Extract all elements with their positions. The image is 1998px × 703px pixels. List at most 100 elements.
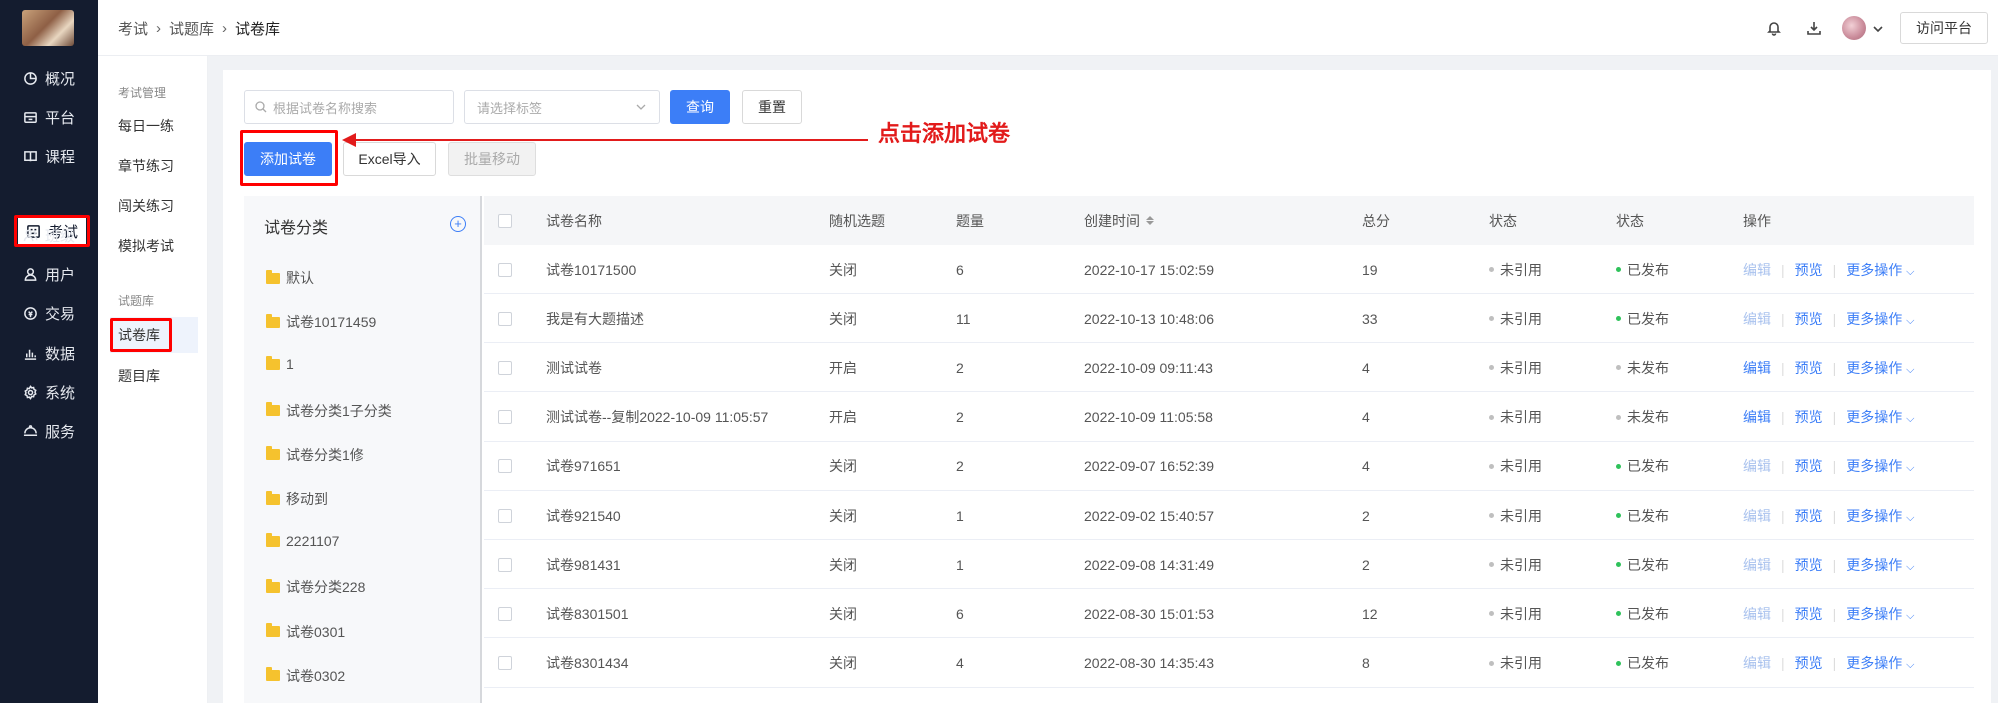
subnav-item-chapter[interactable]: 章节练习: [118, 156, 174, 176]
row-checkbox[interactable]: [498, 311, 512, 326]
nav-item-9[interactable]: 服务: [0, 410, 98, 454]
more-actions-link[interactable]: 更多操作 ⌵: [1846, 358, 1914, 378]
row-checkbox[interactable]: [498, 410, 512, 425]
category-item[interactable]: 2221107: [266, 532, 339, 549]
edit-link[interactable]: 编辑: [1743, 506, 1771, 526]
nav-item-5[interactable]: 用户: [0, 253, 98, 297]
subnav-item-question-bank[interactable]: 题目库: [118, 366, 160, 386]
category-label: 试卷分类1子分类: [286, 402, 392, 419]
more-actions-link[interactable]: 更多操作 ⌵: [1846, 555, 1914, 575]
row-checkbox[interactable]: [498, 508, 512, 523]
folder-icon: [266, 578, 280, 593]
category-item[interactable]: 试卷0302: [266, 666, 345, 686]
edit-link[interactable]: 编辑: [1743, 309, 1771, 329]
category-item[interactable]: 试卷分类1修: [266, 445, 364, 465]
sort-icon[interactable]: [1146, 216, 1154, 225]
preview-link[interactable]: 预览: [1795, 555, 1823, 575]
preview-link[interactable]: 预览: [1795, 260, 1823, 280]
row-checkbox[interactable]: [498, 557, 512, 572]
edit-link[interactable]: 编辑: [1743, 456, 1771, 476]
ref-status-label: 未引用: [1500, 655, 1542, 672]
user-avatar[interactable]: [1842, 16, 1866, 40]
category-item[interactable]: 试卷分类1子分类: [266, 401, 392, 421]
add-category-icon[interactable]: +: [450, 216, 466, 232]
paper-name: 试卷10171500: [546, 261, 637, 278]
breadcrumb-bank[interactable]: 试题库: [169, 18, 214, 39]
folder-icon: [266, 402, 280, 417]
nav-item-1[interactable]: 平台: [0, 95, 98, 139]
total-score: 4: [1362, 409, 1370, 426]
breadcrumb-exam[interactable]: 考试: [118, 18, 148, 39]
visit-platform-button[interactable]: 访问平台: [1900, 12, 1988, 44]
total-score: 8: [1362, 655, 1370, 672]
bell-icon[interactable]: [1764, 18, 1784, 38]
row-checkbox[interactable]: [498, 656, 512, 671]
category-item[interactable]: 移动到: [266, 489, 328, 509]
reset-button[interactable]: 重置: [742, 90, 802, 124]
ref-status: 未引用: [1489, 294, 1542, 343]
nav-item-8[interactable]: 系统: [0, 370, 98, 414]
more-actions-link[interactable]: 更多操作 ⌵: [1846, 407, 1914, 427]
status-dot: [1489, 611, 1494, 617]
row-checkbox[interactable]: [498, 459, 512, 474]
row-checkbox[interactable]: [498, 360, 512, 375]
preview-link[interactable]: 预览: [1795, 506, 1823, 526]
more-actions-link[interactable]: 更多操作 ⌵: [1846, 309, 1914, 329]
more-actions-link[interactable]: 更多操作 ⌵: [1846, 604, 1914, 624]
category-item[interactable]: 默认: [266, 268, 314, 288]
random-select: 关闭: [829, 507, 857, 524]
more-actions-link[interactable]: 更多操作 ⌵: [1846, 653, 1914, 673]
org-logo[interactable]: [22, 10, 74, 46]
nav-item-0[interactable]: 概况: [0, 56, 98, 100]
more-actions-label: 更多操作: [1846, 261, 1903, 278]
random-select: 关闭: [829, 261, 857, 278]
query-button[interactable]: 查询: [670, 90, 730, 124]
preview-link[interactable]: 预览: [1795, 604, 1823, 624]
question-count: 1: [956, 507, 964, 524]
edit-link[interactable]: 编辑: [1743, 555, 1771, 575]
preview-link[interactable]: 预览: [1795, 653, 1823, 673]
category-label: 试卷分类1修: [286, 446, 364, 463]
category-item[interactable]: 试卷0301: [266, 622, 345, 642]
more-actions-label: 更多操作: [1846, 556, 1903, 573]
subnav-item-mock[interactable]: 模拟考试: [118, 236, 174, 256]
divider: |: [1781, 310, 1785, 327]
edit-link[interactable]: 编辑: [1743, 407, 1771, 427]
divider: |: [1832, 310, 1837, 327]
edit-link[interactable]: 编辑: [1743, 653, 1771, 673]
more-actions-link[interactable]: 更多操作 ⌵: [1846, 456, 1914, 476]
edit-link[interactable]: 编辑: [1743, 358, 1771, 378]
preview-link[interactable]: 预览: [1795, 456, 1823, 476]
bar-chart-icon: [23, 345, 39, 361]
more-actions-link[interactable]: 更多操作 ⌵: [1846, 506, 1914, 526]
search-input[interactable]: 根据试卷名称搜索: [244, 90, 454, 124]
select-all-checkbox[interactable]: [498, 213, 512, 228]
preview-link[interactable]: 预览: [1795, 358, 1823, 378]
tag-select[interactable]: 请选择标签: [464, 90, 660, 124]
pub-status: 已发布: [1616, 589, 1669, 638]
preview-link[interactable]: 预览: [1795, 407, 1823, 427]
book-icon: [23, 149, 39, 165]
paper-name: 试卷8301434: [546, 655, 629, 672]
pub-status: 已发布: [1616, 294, 1669, 343]
download-icon[interactable]: [1804, 18, 1824, 38]
category-item[interactable]: 试卷分类228: [266, 577, 365, 597]
nav-item-6[interactable]: 交易: [0, 292, 98, 336]
more-actions-link[interactable]: 更多操作 ⌵: [1846, 260, 1914, 280]
chevron-down-icon[interactable]: [1868, 19, 1888, 39]
preview-link[interactable]: 预览: [1795, 309, 1823, 329]
subnav-item-daily[interactable]: 每日一练: [118, 116, 174, 136]
more-actions-label: 更多操作: [1846, 655, 1903, 672]
edit-link[interactable]: 编辑: [1743, 260, 1771, 280]
subnav-item-level[interactable]: 闯关练习: [118, 196, 174, 216]
nav-item-7[interactable]: 数据: [0, 331, 98, 375]
top-bar: 考试 › 试题库 › 试卷库: [98, 0, 1998, 56]
row-checkbox[interactable]: [498, 606, 512, 621]
gear-icon: [23, 384, 39, 400]
category-item[interactable]: 1: [266, 355, 294, 372]
col-created[interactable]: 创建时间: [1084, 196, 1154, 245]
category-item[interactable]: 试卷10171459: [266, 312, 376, 332]
edit-link[interactable]: 编辑: [1743, 604, 1771, 624]
nav-item-2[interactable]: 课程: [0, 135, 98, 179]
row-checkbox[interactable]: [498, 262, 512, 277]
